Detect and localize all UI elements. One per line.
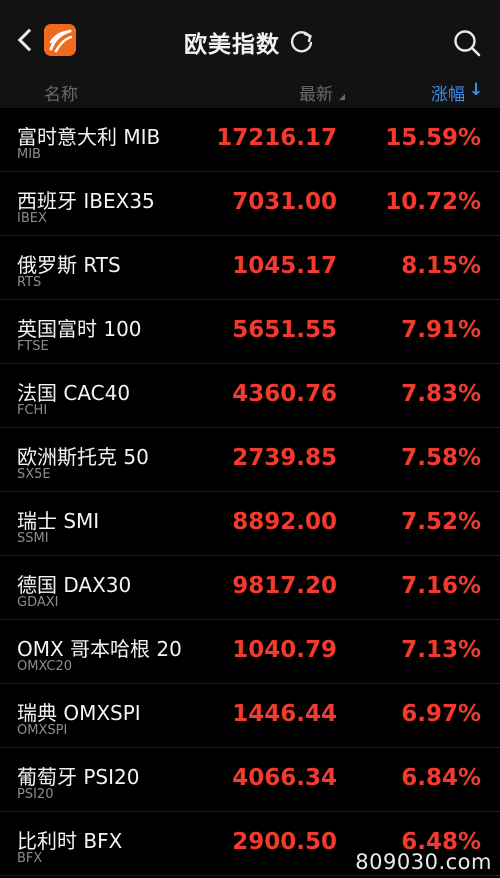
index-row[interactable]: 葡萄牙 PSI20 PSI20 4066.34 6.84% [0, 748, 500, 812]
index-change: 6.97% [401, 701, 481, 727]
index-price: 7031.00 [232, 189, 337, 215]
index-price: 4066.34 [232, 765, 337, 791]
search-icon[interactable] [452, 28, 482, 58]
index-code: SX5E [17, 467, 51, 482]
index-row[interactable]: 西班牙 IBEX35 IBEX 7031.00 10.72% [0, 172, 500, 236]
index-change: 8.15% [401, 253, 481, 279]
index-code: FCHI [17, 403, 48, 418]
index-row[interactable]: 欧洲斯托克 50 SX5E 2739.85 7.58% [0, 428, 500, 492]
index-name: 瑞典 OMXSPI [17, 701, 141, 725]
index-price: 1045.17 [232, 253, 337, 279]
index-price: 5651.55 [232, 317, 337, 343]
index-change: 6.84% [401, 765, 481, 791]
index-change: 7.58% [401, 445, 481, 471]
index-name: 瑞士 SMI [17, 509, 100, 533]
index-price: 4360.76 [232, 381, 337, 407]
index-code: IBEX [17, 211, 47, 226]
title-area: 欧美指数 [0, 0, 500, 74]
index-name: 英国富时 100 [17, 317, 142, 341]
column-header-bar: 名称 最新 涨幅 ↓ [0, 74, 500, 108]
index-change: 15.59% [385, 125, 481, 151]
index-price: 1446.44 [232, 701, 337, 727]
index-price: 2900.50 [232, 829, 337, 855]
index-change: 7.83% [401, 381, 481, 407]
index-code: BFX [17, 851, 43, 866]
index-code: SSMI [17, 531, 49, 546]
sort-indicator-icon [339, 94, 345, 100]
column-name-label: 名称 [44, 85, 78, 105]
index-code: RTS [17, 275, 42, 290]
index-code: GDAXI [17, 595, 59, 610]
sort-down-arrow-icon: ↓ [469, 80, 484, 100]
index-change: 10.72% [385, 189, 481, 215]
index-row[interactable]: 法国 CAC40 FCHI 4360.76 7.83% [0, 364, 500, 428]
app-screen: 欧美指数 名称 最新 涨幅 ↓ 富时意大利 MIB MIB 17216.17 15.5… [0, 0, 500, 878]
index-name: 俄罗斯 RTS [17, 253, 121, 277]
index-row[interactable]: 德国 DAX30 GDAXI 9817.20 7.16% [0, 556, 500, 620]
index-name: 欧洲斯托克 50 [17, 445, 149, 469]
index-name: 德国 DAX30 [17, 573, 132, 597]
index-code: MIB [17, 147, 41, 162]
index-row[interactable]: 英国富时 100 FTSE 5651.55 7.91% [0, 300, 500, 364]
index-name: OMX 哥本哈根 20 [17, 637, 182, 661]
index-price: 9817.20 [232, 573, 337, 599]
index-row[interactable]: OMX 哥本哈根 20 OMXC20 1040.79 7.13% [0, 620, 500, 684]
index-code: FTSE [17, 339, 49, 354]
index-code: PSI20 [17, 787, 54, 802]
index-price: 17216.17 [216, 125, 337, 151]
top-bar: 欧美指数 [0, 0, 500, 74]
index-name: 西班牙 IBEX35 [17, 189, 155, 213]
index-row[interactable]: 富时意大利 MIB MIB 17216.17 15.59% [0, 108, 500, 172]
index-row[interactable]: 瑞典 OMXSPI OMXSPI 1446.44 6.97% [0, 684, 500, 748]
index-name: 富时意大利 MIB [17, 125, 161, 149]
index-change: 7.52% [401, 509, 481, 535]
index-name: 法国 CAC40 [17, 381, 131, 405]
index-row[interactable]: 俄罗斯 RTS RTS 1045.17 8.15% [0, 236, 500, 300]
index-price: 1040.79 [232, 637, 337, 663]
column-latest-sort[interactable]: 最新 [299, 80, 333, 105]
index-change: 7.13% [401, 637, 481, 663]
watermark-text: 809030.com [355, 850, 492, 874]
index-name: 葡萄牙 PSI20 [17, 765, 140, 789]
page-title: 欧美指数 [184, 32, 280, 58]
index-row[interactable]: 瑞士 SMI SSMI 8892.00 7.52% [0, 492, 500, 556]
index-name: 比利时 BFX [17, 829, 123, 853]
column-change-sort[interactable]: 涨幅 [431, 80, 465, 105]
index-code: OMXC20 [17, 659, 73, 674]
index-list: 富时意大利 MIB MIB 17216.17 15.59% 西班牙 IBEX35 IBEX… [0, 108, 500, 876]
index-price: 2739.85 [232, 445, 337, 471]
refresh-icon[interactable] [288, 28, 316, 56]
index-change: 7.16% [401, 573, 481, 599]
index-price: 8892.00 [232, 509, 337, 535]
index-code: OMXSPI [17, 723, 68, 738]
index-change: 7.91% [401, 317, 481, 343]
